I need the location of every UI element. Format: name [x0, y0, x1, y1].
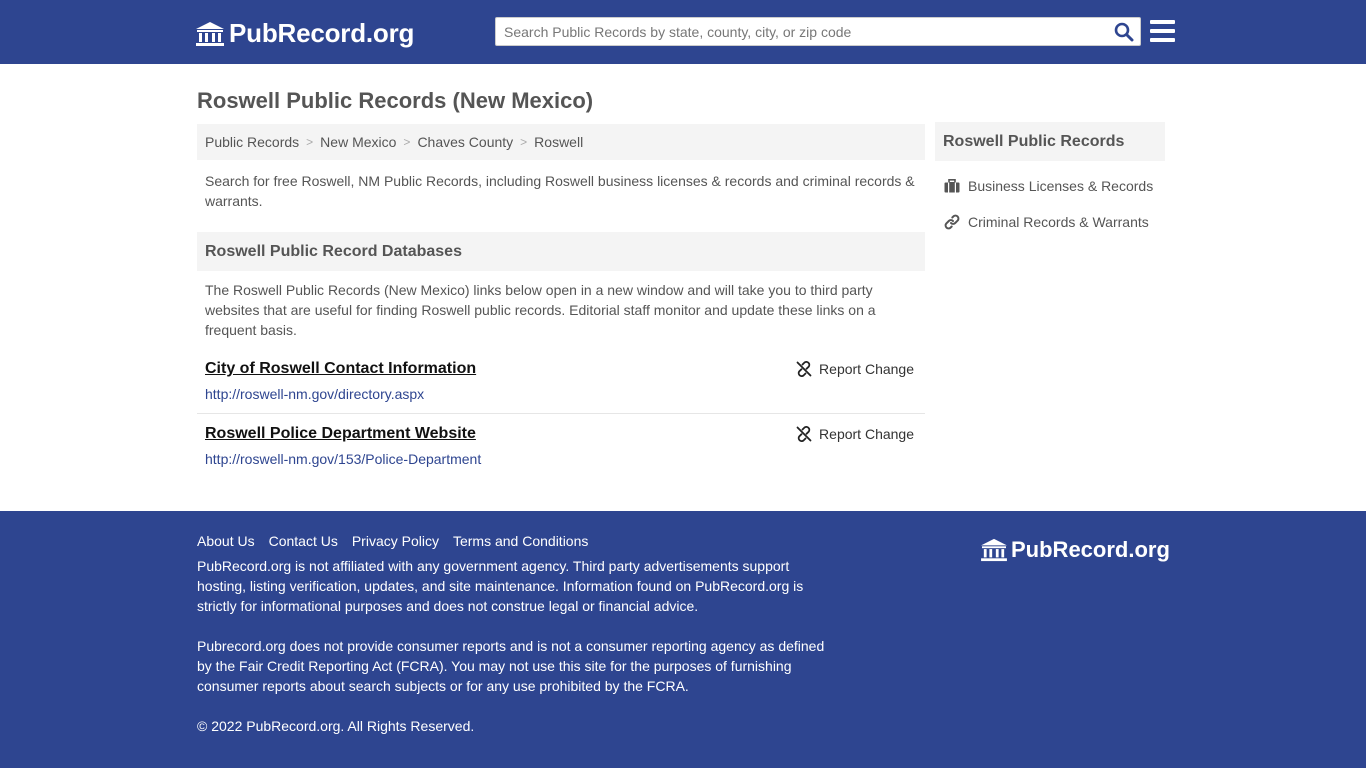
- record-url[interactable]: http://roswell-nm.gov/153/Police-Departm…: [205, 451, 481, 467]
- record-title-link[interactable]: City of Roswell Contact Information: [205, 360, 476, 378]
- footer-link-privacy-policy[interactable]: Privacy Policy: [352, 533, 439, 549]
- footer-link-terms[interactable]: Terms and Conditions: [453, 533, 588, 549]
- section-description: The Roswell Public Records (New Mexico) …: [205, 282, 876, 338]
- report-change-button[interactable]: Report Change: [796, 426, 914, 442]
- link-icon: [944, 214, 960, 230]
- site-header: PubRecord.org: [0, 0, 1366, 64]
- sidebar-item-criminal-records[interactable]: Criminal Records & Warrants: [944, 214, 1149, 230]
- breadcrumb-separator: >: [520, 135, 528, 149]
- courthouse-icon: [196, 21, 224, 46]
- intro-text: Search for free Roswell, NM Public Recor…: [205, 173, 915, 209]
- footer-disclaimer: PubRecord.org is not affiliated with any…: [197, 558, 804, 614]
- search-input[interactable]: [496, 18, 1106, 45]
- record-url[interactable]: http://roswell-nm.gov/directory.aspx: [205, 386, 424, 402]
- courthouse-icon: [981, 538, 1007, 562]
- record-item: Roswell Police Department Website http:/…: [197, 420, 925, 480]
- page-title: Roswell Public Records (New Mexico): [197, 88, 594, 113]
- broken-link-icon: [796, 361, 812, 377]
- search-icon: [1114, 22, 1134, 42]
- search-box: [495, 17, 1141, 46]
- sidebar-item-label: Criminal Records & Warrants: [968, 214, 1149, 230]
- section-title: Roswell Public Record Databases: [197, 232, 925, 271]
- footer-link-about-us[interactable]: About Us: [197, 533, 255, 549]
- breadcrumb-roswell: Roswell: [534, 134, 584, 150]
- report-change-label: Report Change: [819, 361, 914, 377]
- menu-icon-bar: [1150, 20, 1175, 24]
- report-change-button[interactable]: Report Change: [796, 361, 914, 377]
- footer-logo[interactable]: PubRecord.org: [980, 537, 1170, 563]
- footer-logo-text: PubRecord.org: [1011, 537, 1170, 562]
- menu-icon-bar: [1150, 29, 1175, 33]
- record-item: City of Roswell Contact Information http…: [197, 355, 925, 414]
- breadcrumb: Public Records > New Mexico > Chaves Cou…: [197, 124, 925, 160]
- sidebar-title: Roswell Public Records: [935, 122, 1165, 161]
- report-change-label: Report Change: [819, 426, 914, 442]
- briefcase-icon: [944, 179, 960, 193]
- footer-fcra-notice: Pubrecord.org does not provide consumer …: [197, 638, 825, 694]
- breadcrumb-separator: >: [306, 135, 314, 149]
- footer-copyright: © 2022 PubRecord.org. All Rights Reserve…: [197, 718, 475, 734]
- menu-button[interactable]: [1150, 20, 1176, 42]
- search-button[interactable]: [1114, 22, 1134, 42]
- menu-icon-bar: [1150, 38, 1175, 42]
- record-title-link[interactable]: Roswell Police Department Website: [205, 425, 476, 443]
- sidebar-item-business-licenses[interactable]: Business Licenses & Records: [944, 178, 1153, 194]
- breadcrumb-separator: >: [403, 135, 411, 149]
- breadcrumb-new-mexico[interactable]: New Mexico: [320, 134, 396, 150]
- sidebar-item-label: Business Licenses & Records: [968, 178, 1154, 194]
- footer-link-contact-us[interactable]: Contact Us: [269, 533, 338, 549]
- breadcrumb-public-records[interactable]: Public Records: [205, 134, 299, 150]
- site-logo[interactable]: PubRecord.org: [195, 18, 414, 49]
- logo-text: PubRecord.org: [229, 18, 415, 48]
- footer-links: About Us Contact Us Privacy Policy Terms…: [197, 533, 602, 549]
- breadcrumb-chaves-county[interactable]: Chaves County: [417, 134, 513, 150]
- broken-link-icon: [796, 426, 812, 442]
- site-footer: About Us Contact Us Privacy Policy Terms…: [0, 511, 1366, 768]
